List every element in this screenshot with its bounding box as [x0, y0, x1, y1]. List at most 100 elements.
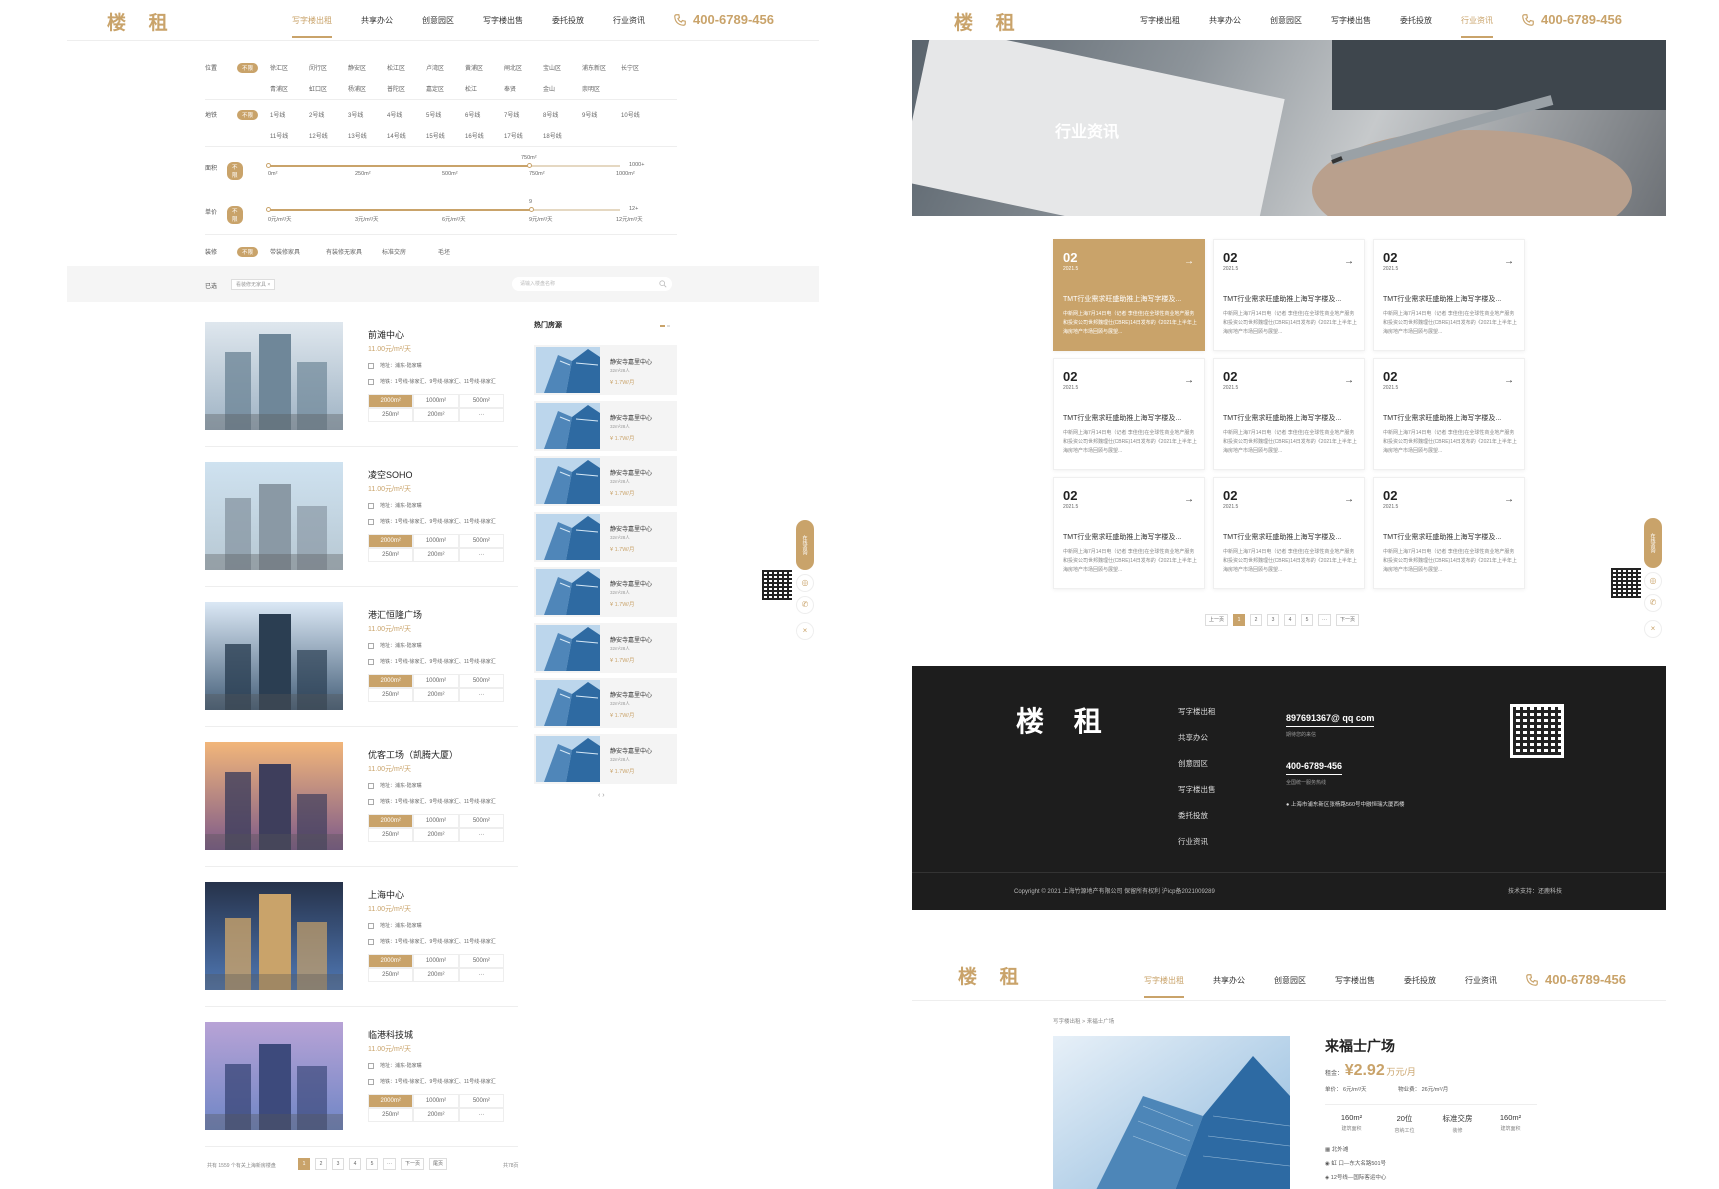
filter-option[interactable]: 宝山区: [543, 63, 582, 72]
wechat-icon[interactable]: ◎: [1644, 572, 1662, 590]
page-button[interactable]: 4: [1284, 614, 1297, 626]
filter-all-button[interactable]: 不限: [227, 206, 243, 224]
hot-pager-arrows[interactable]: ‹ ›: [598, 792, 605, 799]
arrow-right-icon[interactable]: →: [1504, 375, 1514, 386]
footer-logo[interactable]: 楼 租: [1016, 700, 1112, 740]
filter-option[interactable]: 杨浦区: [348, 84, 387, 93]
nav-item[interactable]: 行业资讯: [1461, 15, 1493, 38]
nav-item[interactable]: 共享办公: [1213, 975, 1245, 986]
size-option[interactable]: 250m²: [368, 408, 414, 422]
filter-option[interactable]: 11号线: [270, 131, 309, 140]
page-button[interactable]: ···: [383, 1158, 396, 1170]
nav-item[interactable]: 写字楼出售: [1335, 975, 1375, 986]
logo[interactable]: 楼 租: [107, 8, 176, 35]
size-option[interactable]: ···: [458, 408, 504, 422]
news-card[interactable]: 02 2021.5 → TMT行业需求旺盛助推上海写字楼及... 中新网上海7月14日电…: [1373, 358, 1525, 470]
filter-option[interactable]: 带装修家具: [270, 247, 326, 256]
size-option[interactable]: 1000m²: [413, 814, 459, 828]
arrow-right-icon[interactable]: →: [1344, 375, 1354, 386]
phone-icon[interactable]: ✆: [1644, 594, 1662, 612]
size-option[interactable]: 200m²: [413, 548, 459, 562]
filter-option[interactable]: 13号线: [348, 131, 387, 140]
size-option[interactable]: 500m²: [458, 394, 504, 408]
news-title[interactable]: TMT行业需求旺盛助推上海写字楼及...: [1223, 294, 1357, 304]
news-title[interactable]: TMT行业需求旺盛助推上海写字楼及...: [1063, 294, 1197, 304]
size-option[interactable]: 200m²: [413, 688, 459, 702]
hot-item[interactable]: 静安寺嘉里中心 32m²28人 ¥ 1.7W/月: [534, 622, 677, 673]
nav-item[interactable]: 行业资讯: [613, 15, 645, 26]
listing-card[interactable]: 优客工场（凯腾大厦） 11.00元/m²/天 地址：浦东-陆家嘴 地铁：1号线-徐家汇…: [205, 742, 518, 867]
size-option[interactable]: 500m²: [458, 814, 504, 828]
size-option[interactable]: ···: [458, 688, 504, 702]
size-option[interactable]: 500m²: [458, 534, 504, 548]
tech-support[interactable]: 技术支持：还鹿科技: [1508, 886, 1562, 895]
nav-item[interactable]: 委托投放: [1404, 975, 1436, 986]
footer-link[interactable]: 委托投放: [1178, 810, 1216, 821]
footer-phone[interactable]: 400-6789-456: [1286, 761, 1343, 775]
phone-icon[interactable]: ✆: [796, 596, 814, 614]
listing-name[interactable]: 上海中心: [368, 888, 404, 901]
filter-option[interactable]: 毛坯: [438, 247, 494, 256]
filter-option[interactable]: 16号线: [465, 131, 504, 140]
arrow-right-icon[interactable]: →: [1184, 375, 1194, 386]
size-option[interactable]: 2000m²: [368, 394, 414, 408]
footer-email[interactable]: 897691367@ qq com: [1286, 713, 1375, 727]
listing-name[interactable]: 港汇恒隆广场: [368, 608, 422, 621]
filter-option[interactable]: 3号线: [348, 110, 387, 119]
nav-item[interactable]: 共享办公: [1209, 15, 1241, 26]
size-option[interactable]: ···: [458, 828, 504, 842]
filter-option[interactable]: 闵行区: [309, 63, 348, 72]
size-option[interactable]: 250m²: [368, 688, 414, 702]
page-button[interactable]: 5: [1301, 614, 1314, 626]
filter-option[interactable]: 有装修无家具: [326, 247, 382, 256]
arrow-right-icon[interactable]: →: [1184, 494, 1194, 505]
page-button[interactable]: 尾页: [429, 1158, 448, 1170]
size-option[interactable]: 500m²: [458, 674, 504, 688]
filter-option[interactable]: 闸北区: [504, 63, 543, 72]
news-card[interactable]: 02 2021.5 → TMT行业需求旺盛助推上海写字楼及... 中新网上海7月14日电…: [1053, 239, 1205, 351]
nav-item[interactable]: 写字楼出租: [292, 15, 332, 38]
listing-photo[interactable]: [205, 882, 343, 990]
footer-link[interactable]: 行业资讯: [1178, 836, 1216, 847]
hot-item[interactable]: 静安寺嘉里中心 32m²28人 ¥ 1.7W/月: [534, 733, 677, 784]
selected-chip[interactable]: 看装修无家具 ×: [231, 279, 276, 290]
filter-option[interactable]: 2号线: [309, 110, 348, 119]
filter-option[interactable]: 5号线: [426, 110, 465, 119]
listing-photo[interactable]: [205, 742, 343, 850]
news-card[interactable]: 02 2021.5 → TMT行业需求旺盛助推上海写字楼及... 中新网上海7月14日电…: [1053, 477, 1205, 589]
filter-option[interactable]: 黄浦区: [465, 63, 504, 72]
arrow-right-icon[interactable]: →: [1184, 256, 1194, 267]
area-slider-handle-min[interactable]: [266, 163, 271, 168]
nav-item[interactable]: 写字楼出售: [483, 15, 523, 26]
news-card[interactable]: 02 2021.5 → TMT行业需求旺盛助推上海写字楼及... 中新网上海7月14日电…: [1213, 358, 1365, 470]
nav-item[interactable]: 创意园区: [1270, 15, 1302, 26]
filter-all-button[interactable]: 不限: [237, 63, 259, 73]
news-title[interactable]: TMT行业需求旺盛助推上海写字楼及...: [1383, 294, 1517, 304]
size-option[interactable]: 200m²: [413, 968, 459, 982]
breadcrumb[interactable]: 写字楼出租 > 来福士广场: [1053, 1017, 1114, 1025]
listing-photo[interactable]: [205, 462, 343, 570]
nav-item[interactable]: 写字楼出租: [1144, 975, 1184, 998]
listing-name[interactable]: 临港科技城: [368, 1028, 413, 1041]
listing-card[interactable]: 港汇恒隆广场 11.00元/m²/天 地址：浦东-陆家嘴 地铁：1号线-徐家汇、9号线…: [205, 602, 518, 727]
filter-option[interactable]: 6号线: [465, 110, 504, 119]
filter-option[interactable]: 15号线: [426, 131, 465, 140]
hotline[interactable]: 400-6789-456: [1525, 972, 1626, 987]
footer-link[interactable]: 共享办公: [1178, 732, 1216, 743]
filter-option[interactable]: 7号线: [504, 110, 543, 119]
filter-option[interactable]: 奉贤: [504, 84, 543, 93]
news-title[interactable]: TMT行业需求旺盛助推上海写字楼及...: [1063, 532, 1197, 542]
arrow-right-icon[interactable]: →: [1504, 494, 1514, 505]
listing-card[interactable]: 前滩中心 11.00元/m²/天 地址：浦东-陆家嘴 地铁：1号线-徐家汇、9号线-徐…: [205, 322, 518, 447]
nav-item[interactable]: 写字楼出售: [1331, 15, 1371, 26]
page-button[interactable]: 下一页: [401, 1158, 425, 1170]
nav-item[interactable]: 共享办公: [361, 15, 393, 26]
filter-option[interactable]: 普陀区: [387, 84, 426, 93]
size-option[interactable]: 500m²: [458, 954, 504, 968]
hot-item[interactable]: 静安寺嘉里中心 32m²28人 ¥ 1.7W/月: [534, 456, 677, 506]
filter-option[interactable]: 长宁区: [621, 63, 660, 72]
size-option[interactable]: ···: [458, 968, 504, 982]
size-option[interactable]: 1000m²: [413, 954, 459, 968]
consult-button[interactable]: 在线咨询: [1644, 518, 1662, 568]
filter-option[interactable]: 松江区: [387, 63, 426, 72]
